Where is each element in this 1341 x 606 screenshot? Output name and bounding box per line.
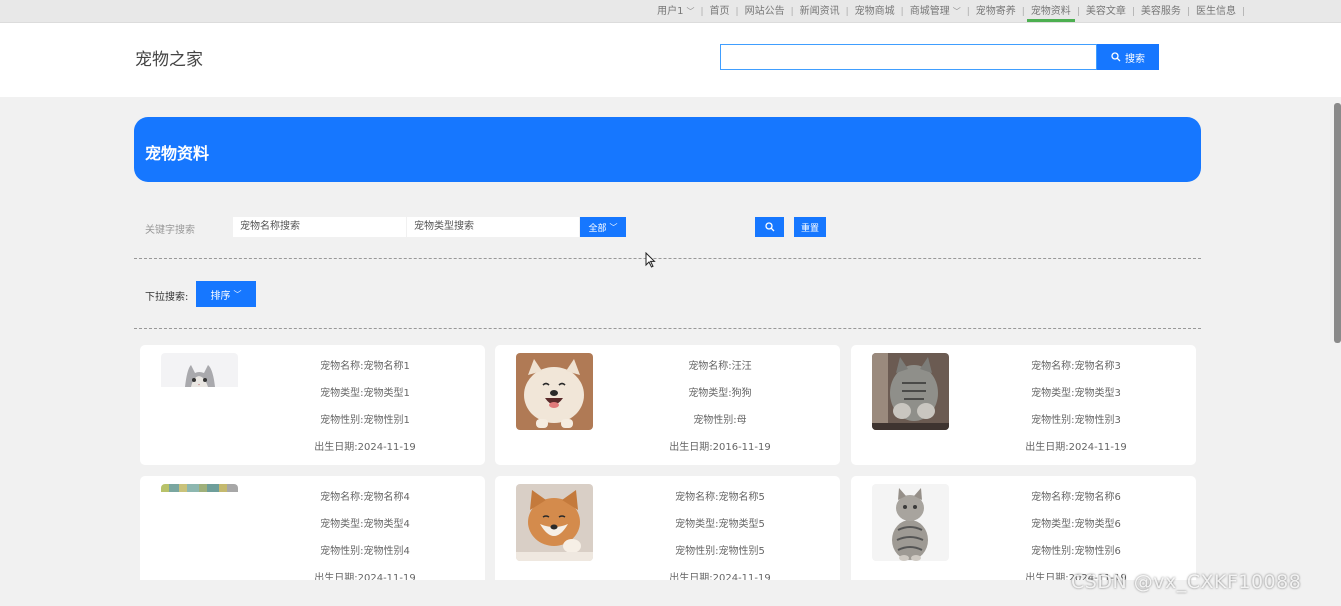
nav-user-label: 用户1 [657,6,684,17]
pet-type: 宠物类型:宠物类型5 [675,519,765,530]
header-search-button-label: 搜索 [1125,53,1145,65]
divider [134,328,1201,329]
pet-gender: 宠物性别:宠物性别6 [1031,546,1121,557]
pet-thumbnail[interactable] [872,353,949,430]
silver-tabby-sitting-image [872,484,949,561]
pet-name: 宠物名称:宠物名称1 [320,361,410,372]
pet-name: 宠物名称:宠物名称5 [675,492,765,503]
pet-birth-date: 出生日期:2016-11-19 [669,442,771,453]
pet-gender: 宠物性别:宠物性别1 [320,415,410,426]
nav-shop-management-label: 商城管理 [909,6,950,17]
pet-name: 宠物名称:宠物名称6 [1031,492,1121,503]
chevron-down-icon: ﹀ [233,289,242,299]
pet-info: 宠物名称:汪汪 宠物类型:狗狗 宠物性别:母 出生日期:2016-11-19 [640,359,800,465]
pet-gender: 宠物性别:宠物性别3 [1031,415,1121,426]
header-search-input[interactable] [720,44,1097,70]
pet-card[interactable]: 宠物名称:宠物名称1 宠物类型:宠物类型1 宠物性别:宠物性别1 出生日期:20… [140,345,485,465]
pet-gender: 宠物性别:宠物性别5 [675,546,765,557]
sort-dropdown-button[interactable]: 排序 ﹀ [196,281,256,307]
nav-news[interactable]: 新闻资讯 [794,0,846,23]
nav-pet-shop[interactable]: 宠物商城 [849,0,901,23]
mouse-cursor-icon [645,251,656,272]
dropdown-search-label: 下拉搜索: [145,292,189,303]
pet-name: 宠物名称:宠物名称4 [320,492,410,503]
pet-card[interactable]: 宠物名称:宠物名称3 宠物类型:宠物类型3 宠物性别:宠物性别3 出生日期:20… [851,345,1196,465]
nav-shop-management[interactable]: 商城管理 ﹀ [904,0,967,23]
category-select[interactable]: 全部 ﹀ [580,217,626,237]
pet-birth-date: 出生日期:2024-11-19 [314,442,416,453]
sort-dropdown-label: 排序 [210,290,231,302]
nav-pet-profiles[interactable]: 宠物资料 [1025,0,1077,23]
tabby-cat-paws-image [872,353,949,430]
chevron-down-icon: ﹀ [609,222,618,232]
nav-home[interactable]: 首页 [704,0,736,23]
nav-beauty-articles[interactable]: 美容文章 [1080,0,1132,23]
pet-thumbnail[interactable] [161,484,238,561]
page-banner: 宠物资料 [134,117,1201,182]
pet-thumbnail[interactable] [516,484,593,561]
search-icon [764,222,774,232]
pet-info: 宠物名称:宠物名称3 宠物类型:宠物类型3 宠物性别:宠物性别3 出生日期:20… [996,359,1156,465]
smiling-samoyed-image [516,353,593,430]
nav-doctor-info[interactable]: 医生信息 [1190,0,1242,23]
pet-type: 宠物类型:宠物类型3 [1031,388,1121,399]
page-scrollbar[interactable] [1334,103,1341,343]
category-select-value: 全部 [588,223,607,234]
striped-fabric-image [161,484,238,561]
pet-type: 宠物类型:宠物类型1 [320,388,410,399]
pet-thumbnail[interactable] [161,353,238,430]
pet-birth-date: 出生日期:2024-11-19 [1025,442,1127,453]
search-icon [1111,52,1121,62]
pet-name: 宠物名称:宠物名称3 [1031,361,1121,372]
pet-type: 宠物类型:宠物类型6 [1031,519,1121,530]
top-nav-bar: 用户1 ﹀ | 首页 | 网站公告 | 新闻资讯 | 宠物商城 | 商城管理 ﹀ |… [0,0,1341,23]
pet-info: 宠物名称:宠物名称1 宠物类型:宠物类型1 宠物性别:宠物性别1 出生日期:20… [285,359,445,465]
header-search-button[interactable]: 搜索 [1097,44,1159,70]
pet-gender: 宠物性别:宠物性别4 [320,546,410,557]
pet-gender: 宠物性别:母 [693,415,747,426]
nav-announcements[interactable]: 网站公告 [739,0,791,23]
chevron-down-icon: ﹀ [686,7,695,16]
filter-search-button[interactable] [755,217,784,237]
nav-beauty-services[interactable]: 美容服务 [1135,0,1187,23]
page-title: 宠物资料 [145,144,210,163]
site-header: 宠物之家 搜索 [0,23,1341,97]
pet-name-search-input[interactable]: 宠物名称搜索 [233,217,406,237]
nav-user-menu[interactable]: 用户1 ﹀ [651,0,700,23]
kitten-peeking-image [161,353,238,430]
pet-card[interactable]: 宠物名称:宠物名称5 宠物类型:宠物类型5 宠物性别:宠物性别5 出生日期:20… [495,476,840,596]
pet-thumbnail[interactable] [516,353,593,430]
pet-thumbnail[interactable] [872,484,949,561]
keyword-search-label: 关键字搜索 [145,225,195,236]
pet-name: 宠物名称:汪汪 [688,361,752,372]
reset-button[interactable]: 重置 [794,217,826,237]
chevron-down-icon: ﹀ [952,7,961,16]
site-brand[interactable]: 宠物之家 [135,45,203,70]
pet-type: 宠物类型:狗狗 [688,388,752,399]
divider [134,258,1201,259]
pet-type: 宠物类型:宠物类型4 [320,519,410,530]
pet-type-search-input[interactable]: 宠物类型搜索 [407,217,579,237]
pet-card[interactable]: 宠物名称:汪汪 宠物类型:狗狗 宠物性别:母 出生日期:2016-11-19 [495,345,840,465]
shiba-puppy-image [516,484,593,561]
pet-card[interactable]: 宠物名称:宠物名称4 宠物类型:宠物类型4 宠物性别:宠物性别4 出生日期:20… [140,476,485,596]
csdn-watermark: CSDN @vx_CXKF10088 [1071,571,1302,593]
nav-pet-boarding[interactable]: 宠物寄养 [970,0,1022,23]
nav-separator: | [1241,6,1245,17]
top-nav: 用户1 ﹀ | 首页 | 网站公告 | 新闻资讯 | 宠物商城 | 商城管理 ﹀ |… [651,0,1245,23]
